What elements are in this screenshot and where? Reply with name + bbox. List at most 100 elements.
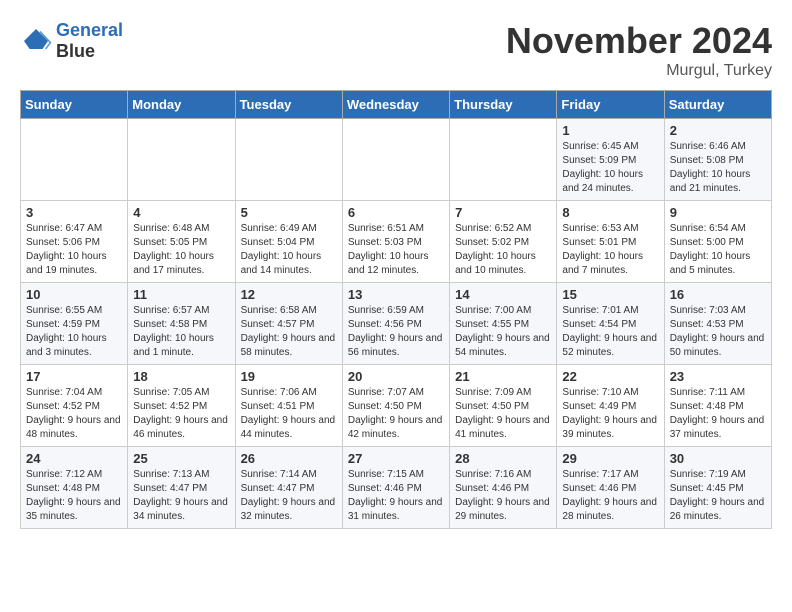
calendar-cell: 11 Sunrise: 6:57 AM Sunset: 4:58 PM Dayli… <box>128 283 235 365</box>
calendar-cell: 9Sunrise: 6:54 AM Sunset: 5:00 PM Daylig… <box>664 201 771 283</box>
calendar-week-row: 1Sunrise: 6:45 AM Sunset: 5:09 PM Daylig… <box>21 119 772 201</box>
day-number: 18 <box>133 369 229 384</box>
day-info: Sunrise: 6:49 AM Sunset: 5:04 PM Dayligh… <box>241 222 337 278</box>
calendar-cell: 14 Sunrise: 7:00 AM Sunset: 4:55 PM Dayli… <box>450 283 557 365</box>
calendar-cell: 16 Sunrise: 7:03 AM Sunset: 4:53 PM Dayli… <box>664 283 771 365</box>
day-number: 7 <box>455 205 551 220</box>
col-wednesday: Wednesday <box>342 91 449 119</box>
day-number: 28 <box>455 451 551 466</box>
calendar-cell: 3 Sunrise: 6:47 AM Sunset: 5:06 PM Daylig… <box>21 201 128 283</box>
day-number: 21 <box>455 369 551 384</box>
day-number: 23 <box>670 369 766 384</box>
calendar-week-row: 24 Sunrise: 7:12 AM Sunset: 4:48 PM Dayli… <box>21 447 772 529</box>
calendar-cell: 27 Sunrise: 7:15 AM Sunset: 4:46 PM Dayli… <box>342 447 449 529</box>
calendar-cell: 2 Sunrise: 6:46 AM Sunset: 5:08 PM Daylig… <box>664 119 771 201</box>
day-number: 22 <box>562 369 658 384</box>
day-info: Sunrise: 7:10 AM Sunset: 4:49 PM Dayligh… <box>562 386 658 442</box>
day-info: Sunrise: 7:15 AM Sunset: 4:46 PM Dayligh… <box>348 468 444 524</box>
day-number: 27 <box>348 451 444 466</box>
day-info: Sunrise: 7:16 AM Sunset: 4:46 PM Dayligh… <box>455 468 551 524</box>
col-friday: Friday <box>557 91 664 119</box>
day-info: Sunrise: 7:11 AM Sunset: 4:48 PM Dayligh… <box>670 386 766 442</box>
day-number: 3 <box>26 205 122 220</box>
logo: General Blue <box>20 20 123 62</box>
day-info: Sunrise: 6:58 AM Sunset: 4:57 PM Dayligh… <box>241 304 337 360</box>
calendar-table: Sunday Monday Tuesday Wednesday Thursday… <box>20 90 772 529</box>
calendar-cell: 4 Sunrise: 6:48 AM Sunset: 5:05 PM Daylig… <box>128 201 235 283</box>
header-row: Sunday Monday Tuesday Wednesday Thursday… <box>21 91 772 119</box>
calendar-header: Sunday Monday Tuesday Wednesday Thursday… <box>21 91 772 119</box>
calendar-cell: 18Sunrise: 7:05 AM Sunset: 4:52 PM Dayli… <box>128 365 235 447</box>
day-number: 6 <box>348 205 444 220</box>
col-saturday: Saturday <box>664 91 771 119</box>
calendar-cell: 24 Sunrise: 7:12 AM Sunset: 4:48 PM Dayli… <box>21 447 128 529</box>
day-info: Sunrise: 6:55 AM Sunset: 4:59 PM Dayligh… <box>26 304 122 360</box>
day-number: 9 <box>670 205 766 220</box>
day-info: Sunrise: 7:03 AM Sunset: 4:53 PM Dayligh… <box>670 304 766 360</box>
day-info: Sunrise: 7:07 AM Sunset: 4:50 PM Dayligh… <box>348 386 444 442</box>
day-info: Sunrise: 6:46 AM Sunset: 5:08 PM Dayligh… <box>670 140 766 196</box>
calendar-cell <box>342 119 449 201</box>
day-info: Sunrise: 7:06 AM Sunset: 4:51 PM Dayligh… <box>241 386 337 442</box>
col-tuesday: Tuesday <box>235 91 342 119</box>
calendar-cell <box>450 119 557 201</box>
calendar-cell: 5 Sunrise: 6:49 AM Sunset: 5:04 PM Daylig… <box>235 201 342 283</box>
calendar-cell: 28 Sunrise: 7:16 AM Sunset: 4:46 PM Dayli… <box>450 447 557 529</box>
day-number: 13 <box>348 287 444 302</box>
logo-icon <box>20 25 52 57</box>
day-number: 16 <box>670 287 766 302</box>
calendar-cell: 25Sunrise: 7:13 AM Sunset: 4:47 PM Dayli… <box>128 447 235 529</box>
day-number: 5 <box>241 205 337 220</box>
day-number: 11 <box>133 287 229 302</box>
day-info: Sunrise: 6:47 AM Sunset: 5:06 PM Dayligh… <box>26 222 122 278</box>
day-number: 20 <box>348 369 444 384</box>
calendar-cell <box>21 119 128 201</box>
day-info: Sunrise: 6:57 AM Sunset: 4:58 PM Dayligh… <box>133 304 229 360</box>
day-info: Sunrise: 6:53 AM Sunset: 5:01 PM Dayligh… <box>562 222 658 278</box>
day-number: 15 <box>562 287 658 302</box>
day-info: Sunrise: 7:04 AM Sunset: 4:52 PM Dayligh… <box>26 386 122 442</box>
day-info: Sunrise: 6:52 AM Sunset: 5:02 PM Dayligh… <box>455 222 551 278</box>
col-thursday: Thursday <box>450 91 557 119</box>
day-number: 8 <box>562 205 658 220</box>
calendar-cell: 30Sunrise: 7:19 AM Sunset: 4:45 PM Dayli… <box>664 447 771 529</box>
location: Murgul, Turkey <box>506 62 772 80</box>
day-info: Sunrise: 7:17 AM Sunset: 4:46 PM Dayligh… <box>562 468 658 524</box>
col-monday: Monday <box>128 91 235 119</box>
calendar-cell: 6Sunrise: 6:51 AM Sunset: 5:03 PM Daylig… <box>342 201 449 283</box>
day-number: 26 <box>241 451 337 466</box>
calendar-cell: 22 Sunrise: 7:10 AM Sunset: 4:49 PM Dayli… <box>557 365 664 447</box>
calendar-cell: 21Sunrise: 7:09 AM Sunset: 4:50 PM Dayli… <box>450 365 557 447</box>
calendar-cell: 23 Sunrise: 7:11 AM Sunset: 4:48 PM Dayli… <box>664 365 771 447</box>
day-info: Sunrise: 6:59 AM Sunset: 4:56 PM Dayligh… <box>348 304 444 360</box>
calendar-cell: 19 Sunrise: 7:06 AM Sunset: 4:51 PM Dayli… <box>235 365 342 447</box>
logo-text: General Blue <box>56 20 123 62</box>
day-number: 14 <box>455 287 551 302</box>
page-header: General Blue November 2024 Murgul, Turke… <box>20 20 772 80</box>
calendar-cell: 13 Sunrise: 6:59 AM Sunset: 4:56 PM Dayli… <box>342 283 449 365</box>
calendar-week-row: 3 Sunrise: 6:47 AM Sunset: 5:06 PM Daylig… <box>21 201 772 283</box>
day-number: 1 <box>562 123 658 138</box>
day-number: 4 <box>133 205 229 220</box>
calendar-cell: 7 Sunrise: 6:52 AM Sunset: 5:02 PM Daylig… <box>450 201 557 283</box>
calendar-cell: 20 Sunrise: 7:07 AM Sunset: 4:50 PM Dayli… <box>342 365 449 447</box>
day-number: 24 <box>26 451 122 466</box>
day-number: 17 <box>26 369 122 384</box>
day-number: 19 <box>241 369 337 384</box>
calendar-week-row: 17 Sunrise: 7:04 AM Sunset: 4:52 PM Dayli… <box>21 365 772 447</box>
day-number: 30 <box>670 451 766 466</box>
calendar-cell: 26 Sunrise: 7:14 AM Sunset: 4:47 PM Dayli… <box>235 447 342 529</box>
calendar-cell: 15Sunrise: 7:01 AM Sunset: 4:54 PM Dayli… <box>557 283 664 365</box>
day-number: 10 <box>26 287 122 302</box>
calendar-cell: 17 Sunrise: 7:04 AM Sunset: 4:52 PM Dayli… <box>21 365 128 447</box>
day-info: Sunrise: 6:48 AM Sunset: 5:05 PM Dayligh… <box>133 222 229 278</box>
calendar-cell <box>128 119 235 201</box>
day-info: Sunrise: 7:00 AM Sunset: 4:55 PM Dayligh… <box>455 304 551 360</box>
title-block: November 2024 Murgul, Turkey <box>506 20 772 80</box>
day-info: Sunrise: 7:12 AM Sunset: 4:48 PM Dayligh… <box>26 468 122 524</box>
calendar-cell <box>235 119 342 201</box>
calendar-cell: 10 Sunrise: 6:55 AM Sunset: 4:59 PM Dayli… <box>21 283 128 365</box>
calendar-cell: 1Sunrise: 6:45 AM Sunset: 5:09 PM Daylig… <box>557 119 664 201</box>
day-number: 2 <box>670 123 766 138</box>
day-info: Sunrise: 7:14 AM Sunset: 4:47 PM Dayligh… <box>241 468 337 524</box>
